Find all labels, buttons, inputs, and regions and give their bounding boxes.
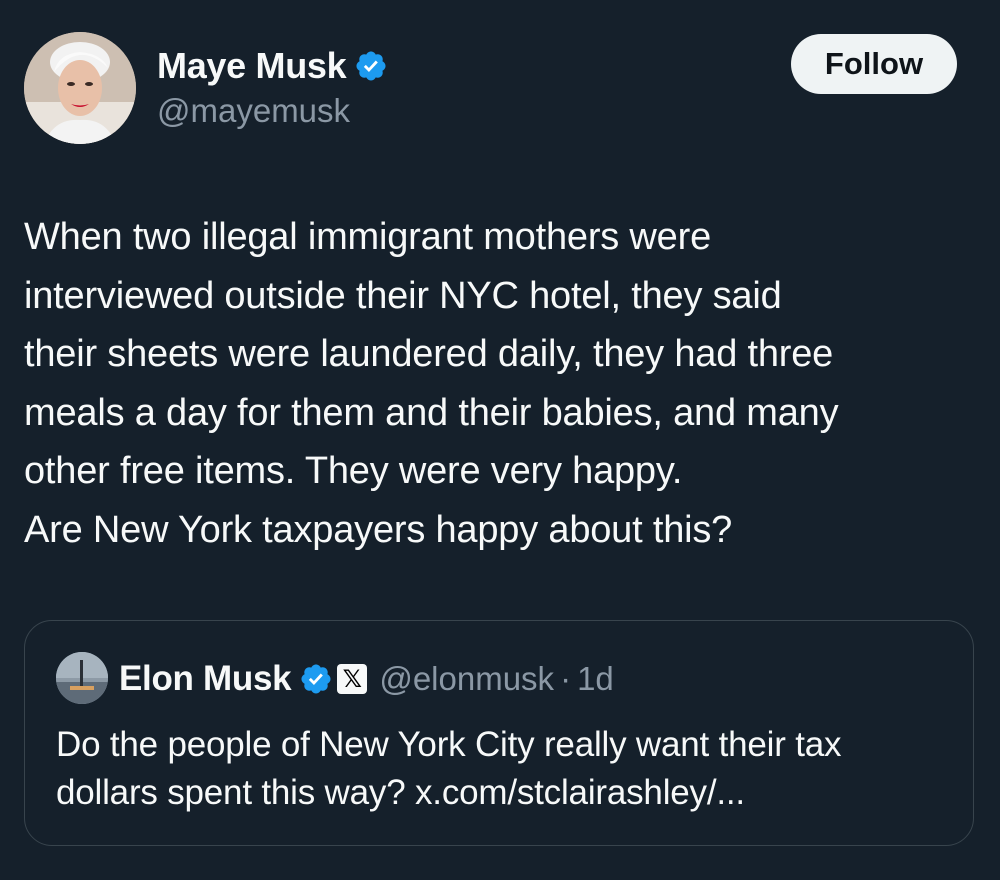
tweet-text-line: their sheets were laundered daily, they … — [24, 333, 834, 375]
quoted-author-avatar[interactable] — [56, 652, 108, 704]
quoted-tweet-timestamp[interactable]: 1d — [577, 660, 614, 698]
quoted-tweet-header: Elon Musk 𝕏 @elonmusk · 1d — [119, 657, 614, 701]
verified-badge-icon — [299, 662, 333, 696]
tweet: Maye Musk @mayemusk Follow When two ille… — [0, 0, 1000, 880]
tweet-text-line: interviewed outside their NYC hotel, the… — [24, 274, 782, 317]
quoted-text-line: dollars spent this way? x.com/stclairash… — [56, 773, 745, 812]
quoted-author-handle[interactable]: @elonmusk — [379, 660, 554, 698]
quoted-text-line: Do the people of New York City really wa… — [56, 725, 842, 764]
verified-badge-icon — [354, 49, 388, 83]
tweet-text-line: meals a day for them and their babies, a… — [24, 391, 839, 434]
quoted-tweet-text: Do the people of New York City really wa… — [56, 721, 956, 817]
author-handle[interactable]: @mayemusk — [157, 92, 350, 130]
author-name-row: Maye Musk — [157, 44, 388, 88]
quoted-tweet-card[interactable]: Elon Musk 𝕏 @elonmusk · 1d Do the people… — [24, 620, 974, 846]
tweet-text-line: other free items. They were very happy. — [24, 450, 683, 492]
x-affiliate-badge-icon[interactable]: 𝕏 — [337, 664, 368, 694]
separator-dot: · — [560, 660, 572, 697]
tweet-text-line: Are New York taxpayers happy about this? — [24, 508, 733, 551]
quoted-author-avatar-image — [56, 652, 108, 704]
author-display-name[interactable]: Maye Musk — [157, 45, 347, 87]
author-avatar[interactable] — [24, 32, 136, 144]
follow-button[interactable]: Follow — [791, 34, 957, 94]
author-avatar-image — [24, 32, 136, 144]
quoted-author-display-name[interactable]: Elon Musk — [119, 659, 292, 699]
tweet-text-line: When two illegal immigrant mothers were — [24, 216, 711, 258]
tweet-text: When two illegal immigrant mothers were … — [24, 208, 984, 559]
